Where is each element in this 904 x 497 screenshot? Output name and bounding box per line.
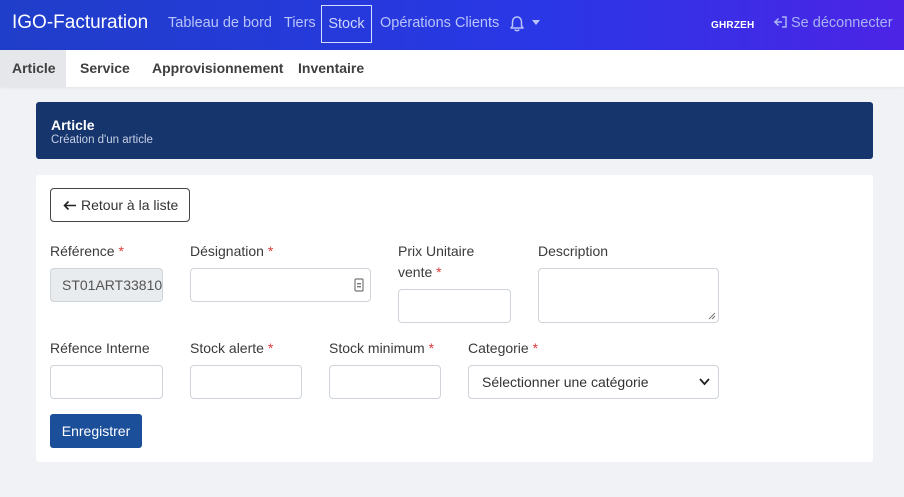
logout-link[interactable]: Se déconnecter — [773, 15, 893, 31]
logout-label: Se déconnecter — [791, 15, 893, 31]
stock-minimum-label: Stock minimum * — [329, 340, 435, 356]
prix-unitaire-input[interactable] — [398, 289, 511, 323]
nav-link-tableau-de-bord[interactable]: Tableau de bord — [168, 15, 272, 31]
nav-link-operations-clients[interactable]: Opérations Clients — [380, 15, 499, 31]
nav-link-stock[interactable]: Stock — [321, 5, 372, 43]
save-button[interactable]: Enregistrer — [50, 414, 142, 448]
logout-icon — [773, 16, 787, 28]
required-marker: * — [436, 264, 442, 280]
back-to-list-button[interactable]: Retour à la liste — [50, 188, 190, 222]
reference-interne-input[interactable] — [50, 365, 163, 399]
stock-alerte-label: Stock alerte * — [190, 340, 274, 356]
description-label: Description — [538, 243, 609, 259]
page-subtitle: Création d'un article — [51, 134, 153, 146]
designation-input[interactable] — [190, 268, 371, 302]
required-marker: * — [267, 340, 274, 356]
required-marker: * — [118, 243, 124, 259]
sub-navbar: Article Service Approvisionnement Invent… — [0, 50, 904, 87]
reference-label: Référence * — [50, 243, 124, 259]
notifications-dropdown[interactable] — [510, 15, 542, 33]
categorie-selected-value: Sélectionner une catégorie — [482, 374, 649, 390]
top-navbar: IGO-Facturation Tableau de bord Tiers St… — [0, 0, 904, 50]
chevron-down-icon — [699, 378, 710, 386]
designation-label: Désignation * — [190, 243, 274, 259]
password-manager-icon[interactable] — [354, 278, 364, 292]
reference-input[interactable]: ST01ART33810 — [50, 268, 163, 302]
reference-interne-label: Réfence Interne — [50, 340, 150, 356]
categorie-select[interactable]: Sélectionner une catégorie — [468, 365, 719, 399]
page-title: Article — [51, 117, 95, 133]
description-textarea[interactable] — [538, 268, 719, 323]
page-header: Article Création d'un article — [36, 102, 873, 159]
resize-handle-icon[interactable] — [708, 312, 716, 320]
user-name[interactable]: GHRZEH — [711, 20, 754, 31]
arrow-left-icon — [63, 200, 76, 211]
back-button-label: Retour à la liste — [81, 197, 179, 213]
tab-inventaire[interactable]: Inventaire — [298, 50, 364, 87]
brand-logo[interactable]: IGO-Facturation — [12, 12, 148, 34]
tab-service[interactable]: Service — [80, 50, 130, 87]
nav-link-tiers[interactable]: Tiers — [284, 15, 316, 31]
bell-icon — [510, 16, 540, 32]
prix-unitaire-label: Prix Unitaire vente * — [398, 243, 475, 280]
required-marker: * — [267, 243, 274, 259]
required-marker: * — [532, 340, 539, 356]
tab-approvisionnement[interactable]: Approvisionnement — [152, 50, 283, 87]
caret-down-icon — [532, 20, 540, 25]
stock-minimum-input[interactable] — [329, 365, 441, 399]
tab-article[interactable]: Article — [0, 50, 66, 87]
required-marker: * — [428, 340, 435, 356]
stock-alerte-input[interactable] — [190, 365, 302, 399]
categorie-label: Categorie * — [468, 340, 539, 356]
